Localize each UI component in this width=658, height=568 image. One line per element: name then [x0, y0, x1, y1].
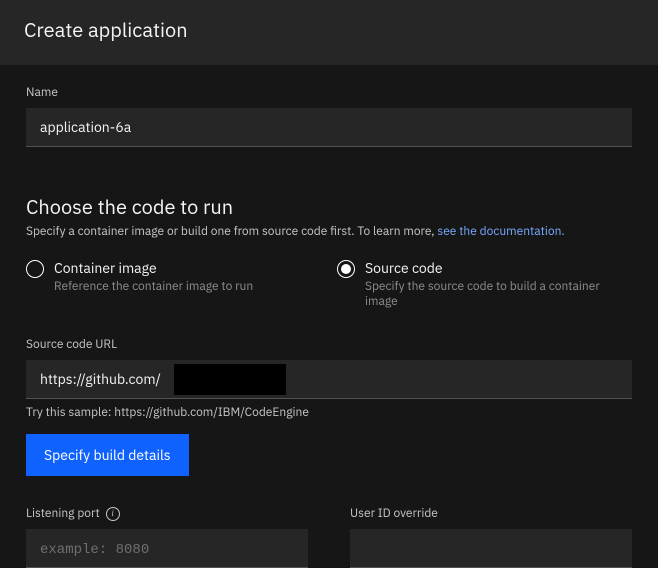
name-field-group: Name: [26, 85, 632, 147]
radio-source-text: Source code Specify the source code to b…: [365, 259, 632, 309]
listening-port-label: Listening port: [26, 506, 100, 521]
specify-build-details-button[interactable]: Specify build details: [26, 434, 189, 476]
code-section-title: Choose the code to run: [26, 193, 632, 220]
radio-source-title: Source code: [365, 259, 632, 277]
form-body: Name Choose the code to run Specify a co…: [0, 65, 658, 568]
page-header: Create application: [0, 0, 658, 65]
user-id-label-row: User ID override: [350, 506, 632, 521]
redacted-region: [174, 364, 286, 395]
listening-port-input[interactable]: [26, 529, 308, 568]
code-type-radio-group: Container image Reference the container …: [26, 259, 632, 309]
user-id-group: User ID override: [350, 506, 632, 568]
name-label: Name: [26, 85, 632, 100]
documentation-link[interactable]: see the documentation.: [437, 224, 564, 239]
radio-container-desc: Reference the container image to run: [54, 279, 253, 294]
radio-circle-icon: [26, 260, 44, 278]
radio-container-text: Container image Reference the container …: [54, 259, 253, 294]
name-input[interactable]: [26, 108, 632, 147]
source-url-input-wrap: [26, 360, 632, 399]
code-section-desc: Specify a container image or build one f…: [26, 224, 632, 239]
listening-port-label-row: Listening port i: [26, 506, 308, 521]
source-url-input[interactable]: [26, 360, 632, 399]
user-id-input[interactable]: [350, 529, 632, 568]
radio-container-image[interactable]: Container image Reference the container …: [26, 259, 321, 309]
radio-container-title: Container image: [54, 259, 253, 277]
code-section-desc-text: Specify a container image or build one f…: [26, 224, 437, 239]
radio-source-desc: Specify the source code to build a conta…: [365, 279, 632, 309]
port-userid-row: Listening port i User ID override: [26, 506, 632, 568]
info-icon[interactable]: i: [106, 507, 120, 521]
page-title: Create application: [24, 16, 634, 43]
radio-circle-selected-icon: [337, 260, 355, 278]
source-url-label: Source code URL: [26, 337, 632, 352]
source-url-sample: Try this sample: https://github.com/IBM/…: [26, 405, 632, 420]
user-id-label: User ID override: [350, 506, 438, 521]
listening-port-group: Listening port i: [26, 506, 308, 568]
radio-source-code[interactable]: Source code Specify the source code to b…: [337, 259, 632, 309]
